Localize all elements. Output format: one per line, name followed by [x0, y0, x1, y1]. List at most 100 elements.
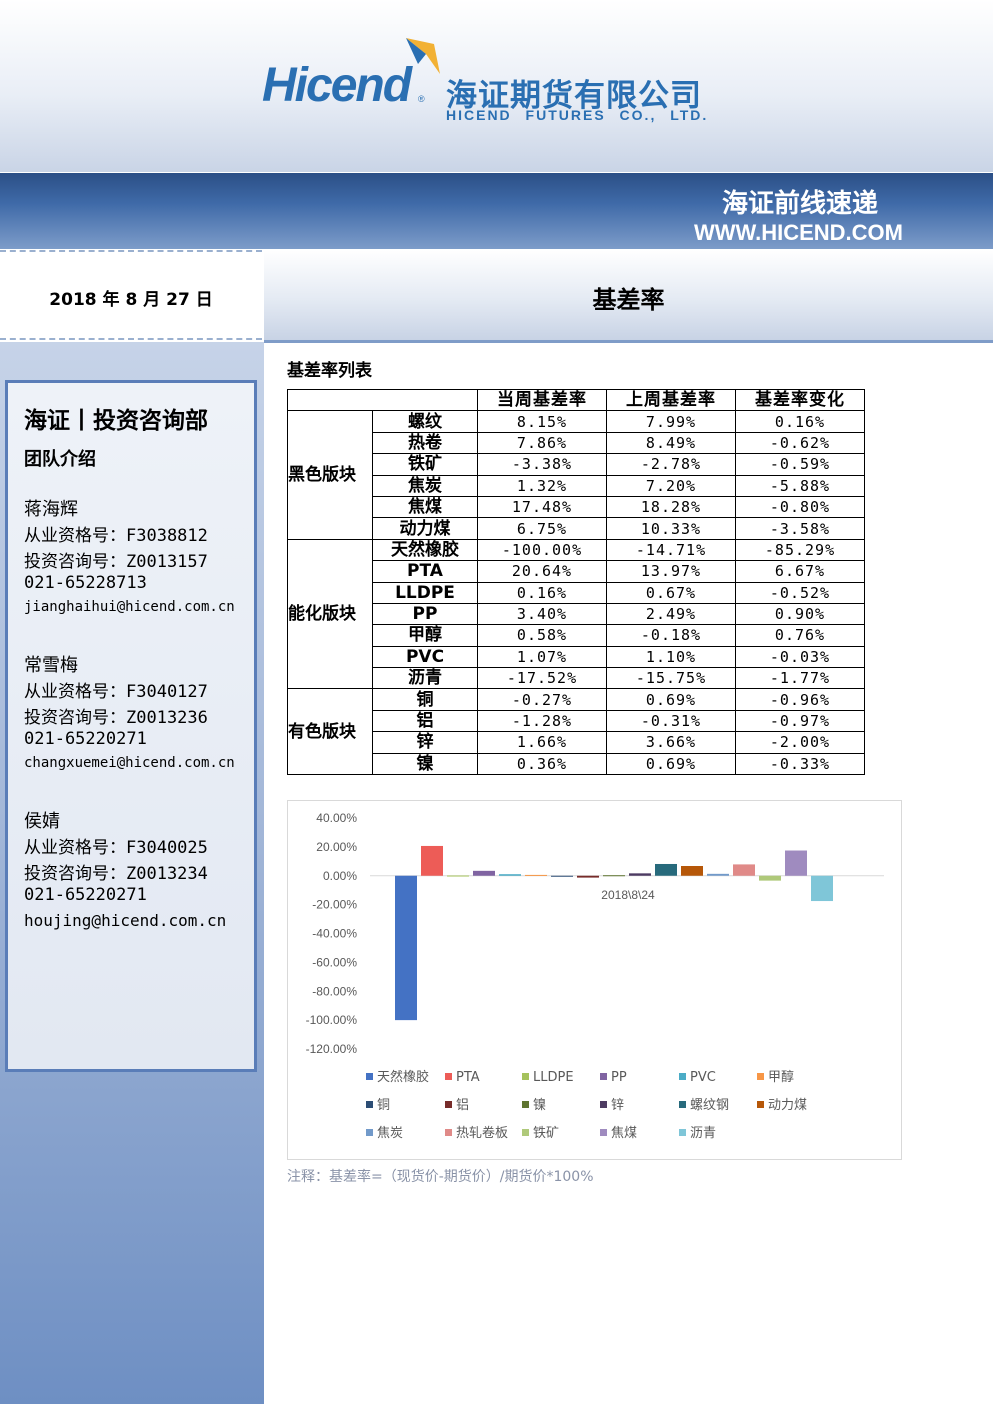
- change-value: -0.03%: [735, 645, 865, 669]
- header-logo-area: Hicend ® 海证期货有限公司 HICEND FUTURES CO., LT…: [0, 0, 993, 172]
- commodity-name: 甲醇: [372, 624, 478, 647]
- last-week-value: -14.71%: [606, 538, 736, 562]
- table-row: 有色版块铜 -0.27% 0.69% -0.96%: [287, 688, 865, 776]
- change-value: -0.62%: [735, 431, 865, 455]
- banner-title: 海证前线速递: [721, 189, 878, 219]
- y-tick-label: -100.00%: [306, 1013, 358, 1027]
- group-label: 能化版块: [287, 538, 373, 690]
- member-name: 蒋海辉: [24, 499, 78, 520]
- department-title: 海证丨投资咨询部: [24, 408, 208, 434]
- legend-label: 天然橡胶: [377, 1069, 429, 1085]
- legend-label: 沥青: [690, 1126, 716, 1141]
- last-week-value: 8.49%: [606, 431, 736, 455]
- last-week-value: 2.49%: [606, 602, 736, 626]
- legend-label: 焦煤: [611, 1126, 637, 1141]
- commodity-name: 天然橡胶: [372, 538, 478, 562]
- member-invest-id: 投资咨询号：Z0013236: [24, 708, 208, 728]
- member-email[interactable]: jianghaihui@hicend.com.cn: [24, 599, 235, 625]
- commodity-name: 锌: [372, 731, 478, 754]
- banner-url[interactable]: WWW.HICEND.COM: [694, 220, 903, 246]
- bar-9: [603, 875, 625, 877]
- commodity-name: 焦炭: [372, 474, 478, 497]
- last-week-value: 3.66%: [606, 731, 736, 754]
- commodity-name: PP: [372, 602, 478, 626]
- team-panel: 海证丨投资咨询部 团队介绍 蒋海辉 从业资格号：F3038812 投资咨询号：Z…: [5, 380, 257, 1072]
- last-week-value: 7.20%: [606, 474, 736, 497]
- table-row: 锌 1.66% 3.66% -2.00%: [288, 731, 865, 754]
- change-value: -0.97%: [735, 709, 865, 733]
- legend-label: 铜: [377, 1098, 390, 1113]
- member-phone: 021-65228713: [24, 573, 147, 593]
- page-title: 基差率: [592, 286, 665, 314]
- current-week-value: 8.15%: [477, 410, 607, 433]
- table-row: 镍 0.36% 0.69% -0.33%: [288, 752, 865, 776]
- current-week-value: -1.28%: [477, 709, 607, 733]
- table-row: LLDPE 0.16% 0.67% -0.52%: [288, 581, 865, 604]
- header-current-week: 当周基差率: [477, 388, 607, 412]
- chart-svg: 40.00% 20.00% 0.00% -20.00% -40.00% -60.00% -8…: [306, 811, 884, 1141]
- table-row: 铝 -1.28% -0.31% -0.97%: [288, 709, 865, 733]
- commodity-name: 热卷: [372, 431, 478, 455]
- change-value: -5.88%: [735, 474, 865, 497]
- member-qualification: 从业资格号：F3038812: [24, 526, 208, 546]
- legend-label: LLDPE: [533, 1070, 574, 1085]
- member-name: 常雪梅: [24, 655, 78, 676]
- bar-12: [681, 866, 703, 876]
- change-value: 6.67%: [735, 560, 865, 583]
- legend-label: PP: [611, 1070, 627, 1085]
- last-week-value: 0.67%: [606, 581, 736, 604]
- y-tick-label: -120.00%: [306, 1042, 358, 1056]
- current-week-value: 1.32%: [477, 474, 607, 497]
- bar-11: [655, 863, 677, 876]
- current-week-value: 17.48%: [477, 495, 607, 519]
- table-row: 铁矿 -3.38% -2.78% -0.59%: [288, 453, 865, 476]
- change-value: -0.33%: [735, 752, 865, 776]
- legend-swatch: [600, 1073, 607, 1080]
- header-change: 基差率变化: [735, 388, 865, 412]
- table-row: 热卷 7.86% 8.49% -0.62%: [288, 431, 865, 455]
- bar-5: [499, 874, 521, 876]
- y-tick-label: 0.00%: [323, 869, 357, 883]
- bar-16: [785, 850, 807, 876]
- bar-8: [577, 875, 599, 878]
- member-qualification: 从业资格号：F3040127: [24, 682, 208, 702]
- change-value: -0.96%: [735, 688, 865, 711]
- legend-swatch: [522, 1101, 529, 1108]
- last-week-value: 7.99%: [606, 410, 736, 433]
- header-blank: [372, 388, 478, 412]
- legend-label: PVC: [690, 1070, 716, 1085]
- basis-rate-table: 当周基差率 上周基差率 基差率变化 黑色版块 螺纹 8.15% 7.99% 0.16% 热…: [287, 388, 865, 776]
- commodity-name: PVC: [372, 645, 478, 669]
- legend-swatch: [600, 1101, 607, 1108]
- report-date: 2018 年 8 月 27 日: [49, 290, 213, 310]
- member-email[interactable]: changxuemei@hicend.com.cn: [24, 755, 235, 781]
- commodity-name: LLDPE: [372, 581, 478, 604]
- legend-swatch: [679, 1101, 686, 1108]
- legend-swatch: [757, 1073, 764, 1080]
- legend-swatch: [757, 1101, 764, 1108]
- y-tick-label: 40.00%: [316, 811, 357, 825]
- commodity-name: PTA: [372, 560, 478, 583]
- change-value: -0.59%: [735, 453, 865, 476]
- member-phone: 021-65220271: [24, 729, 147, 749]
- commodity-name: 铁矿: [372, 453, 478, 476]
- header-last-week: 上周基差率: [606, 388, 736, 412]
- current-week-value: 0.58%: [477, 624, 607, 647]
- table-row: 焦炭 1.32% 7.20% -5.88%: [288, 474, 865, 497]
- legend-swatch: [522, 1129, 529, 1136]
- member-name: 侯婧: [24, 811, 60, 832]
- change-value: 0.76%: [735, 624, 865, 647]
- report-date-box: 2018 年 8 月 27 日: [0, 250, 262, 340]
- header-blank: [287, 388, 373, 412]
- x-category-label: 2018\8\24: [601, 888, 655, 902]
- last-week-value: -0.31%: [606, 709, 736, 733]
- legend-label: 甲醇: [768, 1069, 794, 1085]
- bar-14: [733, 864, 755, 876]
- legend-swatch: [679, 1129, 686, 1136]
- table-body: 黑色版块 螺纹 8.15% 7.99% 0.16% 热卷 7.86% 8.49% -0.62% 铁…: [287, 410, 865, 776]
- team-member: 蒋海辉 从业资格号：F3038812 投资咨询号：Z0013157 021-65…: [24, 495, 235, 625]
- commodity-name: 铜: [372, 688, 478, 711]
- y-tick-label: -20.00%: [312, 898, 357, 912]
- sidebar: 海证丨投资咨询部 团队介绍 蒋海辉 从业资格号：F3038812 投资咨询号：Z…: [0, 342, 264, 1404]
- member-email[interactable]: houjing@hicend.com.cn: [24, 911, 226, 937]
